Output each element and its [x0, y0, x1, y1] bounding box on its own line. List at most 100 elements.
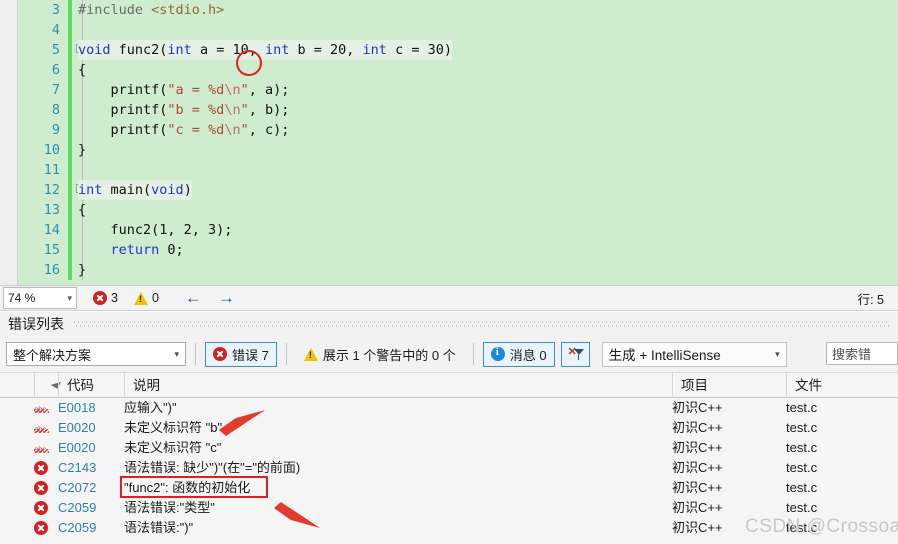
code-line[interactable]: 11 [18, 160, 898, 180]
change-marker [68, 140, 72, 160]
filter-messages-label: 消息 0 [509, 347, 547, 363]
code-line-text: printf("b = %d\n", b); [78, 102, 290, 118]
error-icon [34, 478, 54, 498]
change-marker [68, 120, 72, 140]
code-line[interactable]: 13 { [18, 200, 898, 220]
error-icon [93, 291, 107, 305]
code-editor[interactable]: 3 #include <stdio.h> 4 5−void func2(int a =… [0, 0, 898, 285]
chevron-down-icon: ▾ [67, 292, 72, 303]
column-header-code[interactable]: 代码 [58, 373, 124, 398]
code-line[interactable]: 3 #include <stdio.h> [18, 0, 898, 20]
column-header-file[interactable]: 文件 [786, 373, 890, 398]
change-marker [68, 180, 72, 200]
toolbar-separator [195, 343, 196, 365]
code-line[interactable]: 12−int main(void) [18, 180, 898, 200]
zoom-level-value: 74 % [8, 291, 36, 305]
indent-guide [82, 160, 83, 180]
warning-icon [303, 347, 318, 361]
table-cell-file: test.c [786, 420, 818, 435]
change-marker [68, 240, 72, 260]
error-icon [34, 458, 54, 478]
navigate-back-icon[interactable]: ← [185, 288, 202, 308]
filter-errors-label: 错误 7 [232, 347, 269, 363]
line-number: 8 [51, 102, 60, 118]
code-line[interactable]: 6{ [18, 60, 898, 80]
table-cell-description: 未定义标识符 "b" [124, 420, 223, 435]
code-line-text: func2(1, 2, 3); [78, 222, 233, 238]
change-marker [68, 40, 72, 60]
navigate-forward-icon[interactable]: → [218, 288, 235, 308]
indent-guide [82, 20, 83, 40]
change-marker [68, 0, 72, 20]
change-marker [68, 100, 72, 120]
code-line[interactable]: 4 [18, 20, 898, 40]
status-error-count-value: 3 [111, 291, 118, 305]
table-cell-code: C2072 [58, 480, 97, 495]
error-icon [34, 518, 54, 538]
code-line[interactable]: 5−void func2(int a = 10, int b = 20, int… [18, 40, 898, 60]
code-line[interactable]: 8 printf("b = %d\n", b); [18, 100, 898, 120]
zoom-level-combobox[interactable]: 74 % ▾ [3, 287, 77, 309]
editor-status-bar: 74 % ▾ 3 0 ← → 行: 5 [0, 285, 898, 311]
table-cell-code: E0020 [58, 440, 96, 455]
info-icon [490, 346, 505, 361]
table-row[interactable]: C2059 语法错误:"类型" 初识C++ test.c [0, 498, 898, 518]
code-line[interactable]: 15 return 0; [18, 240, 898, 260]
table-cell-file: test.c [786, 500, 818, 515]
code-lines[interactable]: 3 #include <stdio.h> 4 5−void func2(int a =… [18, 0, 898, 280]
clear-filter-icon: ✕ [568, 346, 584, 362]
status-warning-count-value: 0 [151, 291, 159, 305]
code-line[interactable]: 7 printf("a = %d\n", a); [18, 80, 898, 100]
build-source-combobox[interactable]: 生成 + IntelliSense ▾ [601, 341, 787, 367]
table-cell-project: 初识C++ [672, 480, 723, 495]
code-line[interactable]: 16} [18, 260, 898, 280]
line-number: 12 [43, 182, 60, 198]
line-number: 7 [51, 82, 60, 98]
column-header-project[interactable]: 项目 [672, 373, 786, 398]
error-list-header-row: ◢ 代码 说明 项目 文件 [0, 372, 898, 398]
status-warning-count[interactable]: 0 [133, 291, 159, 305]
status-error-count[interactable]: 3 [93, 291, 118, 305]
code-line-text: { [78, 62, 87, 78]
chevron-down-icon: ▾ [174, 348, 179, 359]
table-row[interactable]: C2072 "func2": 函数的初始化 初识C++ test.c [0, 478, 898, 498]
table-row[interactable]: abc E0020 未定义标识符 "b" 初识C++ test.c [0, 418, 898, 438]
line-number: 14 [43, 222, 60, 238]
error-list-toolbar: 整个解决方案 ▾ 错误 7 展示 1 个警告中的 0 个 消息 0 ✕ [0, 336, 898, 372]
chevron-down-icon: ▾ [775, 348, 780, 359]
build-source-value: 生成 + IntelliSense [608, 348, 721, 363]
scope-combobox[interactable]: 整个解决方案 ▾ [6, 342, 186, 366]
code-line-text: #include <stdio.h> [78, 2, 225, 18]
caret-position-indicator: 行: 5 [857, 292, 884, 307]
filter-warnings-button[interactable]: 展示 1 个警告中的 0 个 [296, 342, 464, 367]
intellisense-squiggle-icon: abc [34, 438, 54, 458]
table-cell-project: 初识C++ [672, 460, 723, 475]
filter-messages-button[interactable]: 消息 0 [482, 341, 555, 367]
code-line[interactable]: 9 printf("c = %d\n", c); [18, 120, 898, 140]
editor-left-margin [0, 0, 18, 285]
table-cell-code: E0018 [58, 400, 96, 415]
visual-studio-window: 3 #include <stdio.h> 4 5−void func2(int a =… [0, 0, 898, 544]
table-cell-file: test.c [786, 440, 818, 455]
table-row[interactable]: abc E0018 应输入")" 初识C++ test.c [0, 398, 898, 418]
column-header-description[interactable]: 说明 [124, 373, 672, 398]
table-row[interactable]: abc E0020 未定义标识符 "c" 初识C++ test.c [0, 438, 898, 458]
error-list-panel: 错误列表 整个解决方案 ▾ 错误 7 展示 1 个警告中的 0 个 消息 0 [0, 312, 898, 544]
clear-filter-button[interactable]: ✕ [560, 341, 590, 367]
table-cell-description: 语法错误:")" [124, 520, 194, 535]
table-cell-code: C2059 [58, 520, 97, 535]
line-number: 11 [43, 162, 60, 178]
csdn-watermark: CSDN @Crossoads( [745, 516, 898, 537]
table-cell-project: 初识C++ [672, 400, 723, 415]
table-cell-description: "func2": 函数的初始化 [124, 480, 251, 495]
code-line[interactable]: 14 func2(1, 2, 3); [18, 220, 898, 240]
line-number: 6 [51, 62, 60, 78]
error-list-title-bar: 错误列表 [0, 312, 898, 336]
code-line[interactable]: 10} [18, 140, 898, 160]
table-row[interactable]: C2143 语法错误: 缺少")"(在"="的前面) 初识C++ test.c [0, 458, 898, 478]
line-number: 4 [51, 22, 60, 38]
search-error-list-input[interactable]: 搜索错 [826, 342, 898, 365]
filter-errors-button[interactable]: 错误 7 [205, 341, 277, 367]
annotation-ellipse-equals [236, 50, 262, 76]
table-cell-description: 应输入")" [124, 400, 177, 415]
